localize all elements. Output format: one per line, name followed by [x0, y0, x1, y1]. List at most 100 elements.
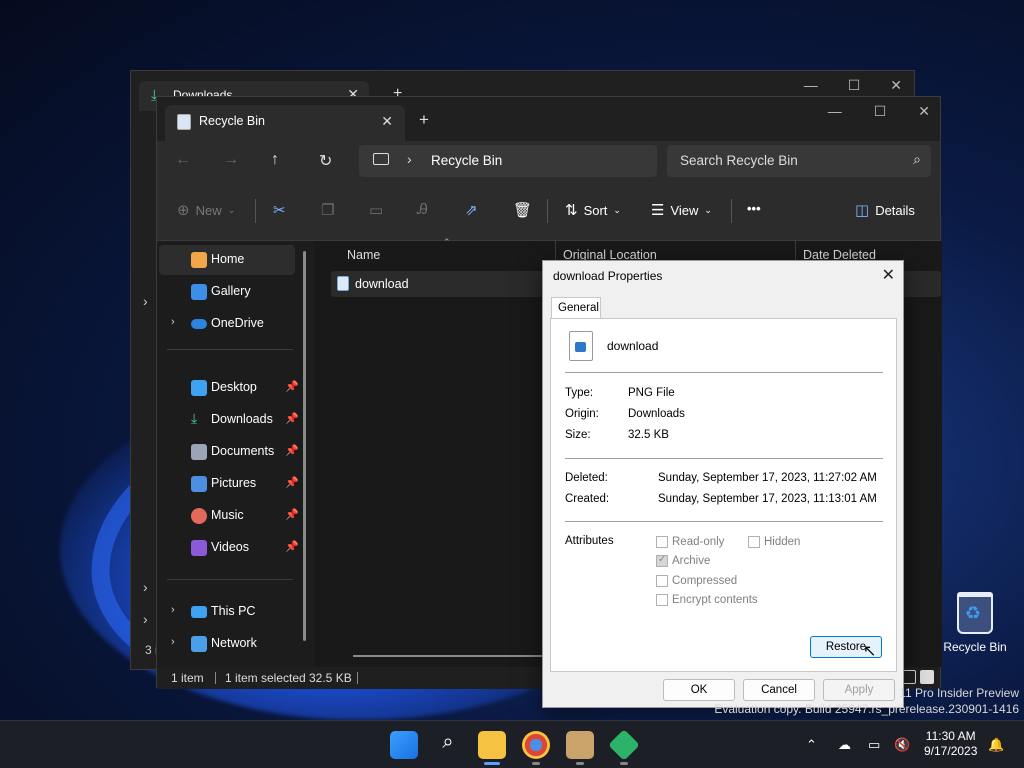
- onedrive-icon[interactable]: ☁: [838, 737, 851, 753]
- window-controls: — ☐ ✕: [804, 77, 902, 94]
- sidebar-item-music[interactable]: Music 📌: [159, 501, 299, 531]
- maximize-icon[interactable]: ☐: [848, 77, 861, 94]
- navigation-pane: Home Gallery › OneDrive Desktop 📌 ⤓ Down…: [157, 241, 315, 667]
- new-tab-icon[interactable]: +: [419, 110, 429, 130]
- sidebar-item-gallery[interactable]: Gallery: [159, 277, 295, 307]
- checkbox-box[interactable]: [656, 575, 668, 587]
- large-icons-view-icon[interactable]: [920, 670, 934, 684]
- type-value: PNG File: [628, 387, 675, 399]
- up-arrow-icon[interactable]: ↑: [271, 151, 279, 169]
- apply-button[interactable]: Apply: [823, 679, 895, 701]
- ok-button[interactable]: OK: [663, 679, 735, 701]
- cut-button[interactable]: ✂: [273, 201, 286, 219]
- sidebar-item-pictures[interactable]: Pictures 📌: [159, 469, 299, 499]
- pin-icon[interactable]: 📌: [285, 540, 299, 553]
- deleted-value: Sunday, September 17, 2023, 11:27:02 AM: [658, 472, 877, 484]
- close-tab-icon[interactable]: ✕: [381, 113, 393, 130]
- details-view-icon[interactable]: [902, 670, 916, 684]
- app-indicator: [532, 762, 540, 765]
- terminal-app-icon[interactable]: [608, 729, 640, 761]
- checkbox-box[interactable]: [656, 536, 668, 548]
- share-icon: ⇗: [465, 202, 478, 219]
- pin-icon[interactable]: 📌: [285, 380, 299, 393]
- checkbox-box[interactable]: [656, 554, 668, 567]
- cancel-button[interactable]: Cancel: [743, 679, 815, 701]
- compressed-checkbox[interactable]: Compressed: [656, 575, 737, 587]
- archive-checkbox[interactable]: Archive: [656, 554, 710, 567]
- chrome-icon[interactable]: [522, 731, 550, 759]
- network-icon[interactable]: ▭: [868, 737, 880, 753]
- chevron-right-icon[interactable]: ›: [171, 636, 175, 648]
- sidebar-item-documents[interactable]: Documents 📌: [159, 437, 299, 467]
- volume-muted-icon[interactable]: 🔇: [894, 737, 910, 753]
- rename-button[interactable]: Ꭿ: [417, 201, 428, 218]
- origin-value: Downloads: [628, 408, 685, 420]
- search-icon[interactable]: ⌕: [434, 731, 462, 759]
- chevron-right-icon[interactable]: ›: [171, 604, 175, 616]
- minimize-icon[interactable]: —: [804, 77, 818, 94]
- chevron-right-icon[interactable]: ›: [171, 316, 175, 328]
- address-bar[interactable]: › Recycle Bin: [359, 145, 657, 177]
- hidden-checkbox[interactable]: Hidden: [748, 536, 800, 548]
- pin-icon[interactable]: 📌: [285, 444, 299, 457]
- sidebar-item-desktop[interactable]: Desktop 📌: [159, 373, 299, 403]
- back-arrow-icon[interactable]: ←: [175, 151, 191, 169]
- checkbox-box[interactable]: [656, 594, 668, 606]
- checkbox-label: Read-only: [672, 536, 725, 548]
- chevron-right-icon[interactable]: ›: [143, 611, 148, 627]
- pin-icon[interactable]: 📌: [285, 476, 299, 489]
- close-icon[interactable]: ✕: [890, 77, 902, 94]
- sidebar-item-onedrive[interactable]: › OneDrive: [159, 309, 295, 339]
- tab-general[interactable]: General: [551, 297, 601, 319]
- archive-app-icon[interactable]: [566, 731, 594, 759]
- system-clock[interactable]: 11:30 AM 9/17/2023: [924, 729, 977, 759]
- chevron-right-icon[interactable]: ›: [143, 579, 148, 595]
- breadcrumb[interactable]: Recycle Bin: [431, 153, 502, 168]
- close-icon[interactable]: ✕: [918, 103, 930, 120]
- share-button[interactable]: ⇗: [465, 201, 478, 219]
- encrypt-checkbox[interactable]: Encrypt contents: [656, 594, 758, 606]
- details-pane-button[interactable]: ◫ Details: [855, 201, 915, 219]
- more-options-button[interactable]: •••: [747, 201, 761, 216]
- separator: [565, 372, 883, 373]
- refresh-icon[interactable]: ↻: [319, 151, 332, 171]
- paste-button[interactable]: ▭: [369, 201, 383, 219]
- forward-arrow-icon[interactable]: →: [223, 151, 239, 169]
- toolbar-divider: [547, 199, 548, 223]
- tab-recycle-bin[interactable]: Recycle Bin ✕: [165, 105, 405, 141]
- checkbox-box[interactable]: [748, 536, 760, 548]
- new-button[interactable]: ⊕ New ⌄: [177, 201, 235, 219]
- sidebar-item-home[interactable]: Home: [159, 245, 295, 275]
- sidebar-item-videos[interactable]: Videos 📌: [159, 533, 299, 563]
- sidebar-item-network[interactable]: › Network: [159, 629, 295, 659]
- delete-button[interactable]: 🗑: [513, 201, 532, 219]
- desktop-icon-label: Recycle Bin: [943, 640, 1007, 654]
- title-bar: Recycle Bin ✕ + — ☐ ✕: [157, 97, 940, 141]
- chevron-down-icon: ⌄: [613, 204, 621, 215]
- search-input[interactable]: Search Recycle Bin ⌕: [667, 145, 931, 177]
- maximize-icon[interactable]: ☐: [874, 103, 887, 120]
- read-only-checkbox[interactable]: Read-only: [656, 536, 724, 548]
- sidebar-item-downloads[interactable]: ⤓ Downloads 📌: [159, 405, 299, 435]
- sidebar-label: OneDrive: [211, 316, 264, 330]
- desktop-icon-recycle-bin[interactable]: Recycle Bin: [940, 592, 1010, 654]
- minimize-icon[interactable]: —: [828, 103, 842, 120]
- file-name: download: [607, 339, 659, 353]
- sidebar-label: Music: [211, 508, 244, 522]
- chevron-up-icon[interactable]: ⌃: [806, 737, 817, 753]
- sort-button[interactable]: ⇅ Sort ⌄: [565, 201, 621, 219]
- column-header-name[interactable]: Name: [347, 241, 547, 269]
- pin-icon[interactable]: 📌: [285, 508, 299, 521]
- windows-start-icon[interactable]: [390, 731, 418, 759]
- copy-button[interactable]: ❐: [321, 201, 334, 219]
- view-button[interactable]: ☰ View ⌄: [651, 201, 712, 219]
- sidebar-item-thispc[interactable]: › This PC: [159, 597, 295, 627]
- chevron-right-icon[interactable]: ›: [143, 293, 148, 309]
- close-icon[interactable]: ✕: [882, 265, 895, 285]
- chevron-right-icon[interactable]: ›: [407, 151, 412, 167]
- pin-icon[interactable]: 📌: [285, 412, 299, 425]
- sort-icon: ⇅: [565, 202, 578, 219]
- notification-bell-icon[interactable]: 🔔: [988, 737, 1004, 753]
- sidebar-scrollbar[interactable]: [303, 251, 306, 641]
- file-explorer-icon[interactable]: [478, 731, 506, 759]
